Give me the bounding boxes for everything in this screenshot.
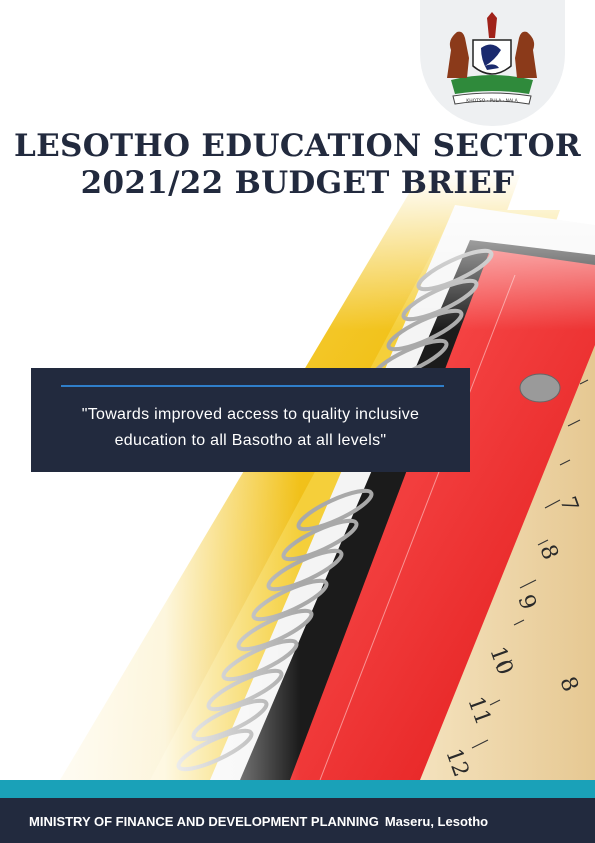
- ruler-hole: [519, 373, 561, 403]
- footer-bar: MINISTRY OF FINANCE AND DEVELOPMENT PLAN…: [0, 798, 595, 843]
- quote-divider: [61, 385, 444, 387]
- footer-text: MINISTRY OF FINANCE AND DEVELOPMENT PLAN…: [29, 814, 589, 829]
- teal-accent-band: [0, 780, 595, 798]
- vision-quote-box: "Towards improved access to quality incl…: [31, 368, 470, 472]
- title-line-1: LESOTHO EDUCATION SECTOR: [14, 128, 581, 164]
- quote-line-1: "Towards improved access to quality incl…: [81, 406, 420, 423]
- coat-of-arms-icon: KHOTSO · PULA · NALA: [437, 10, 547, 110]
- location: Maseru, Lesotho: [384, 814, 489, 829]
- vision-quote: "Towards improved access to quality incl…: [41, 402, 460, 454]
- quote-line-2: education to all Basotho at all levels": [114, 432, 387, 449]
- svg-text:KHOTSO · PULA · NALA: KHOTSO · PULA · NALA: [466, 98, 518, 104]
- page-title: LESOTHO EDUCATION SECTOR 2021/22 BUDGET …: [0, 128, 595, 202]
- title-line-2: 2021/22 BUDGET BRIEF: [80, 165, 515, 201]
- ministry-name: MINISTRY OF FINANCE AND DEVELOPMENT PLAN…: [29, 814, 379, 829]
